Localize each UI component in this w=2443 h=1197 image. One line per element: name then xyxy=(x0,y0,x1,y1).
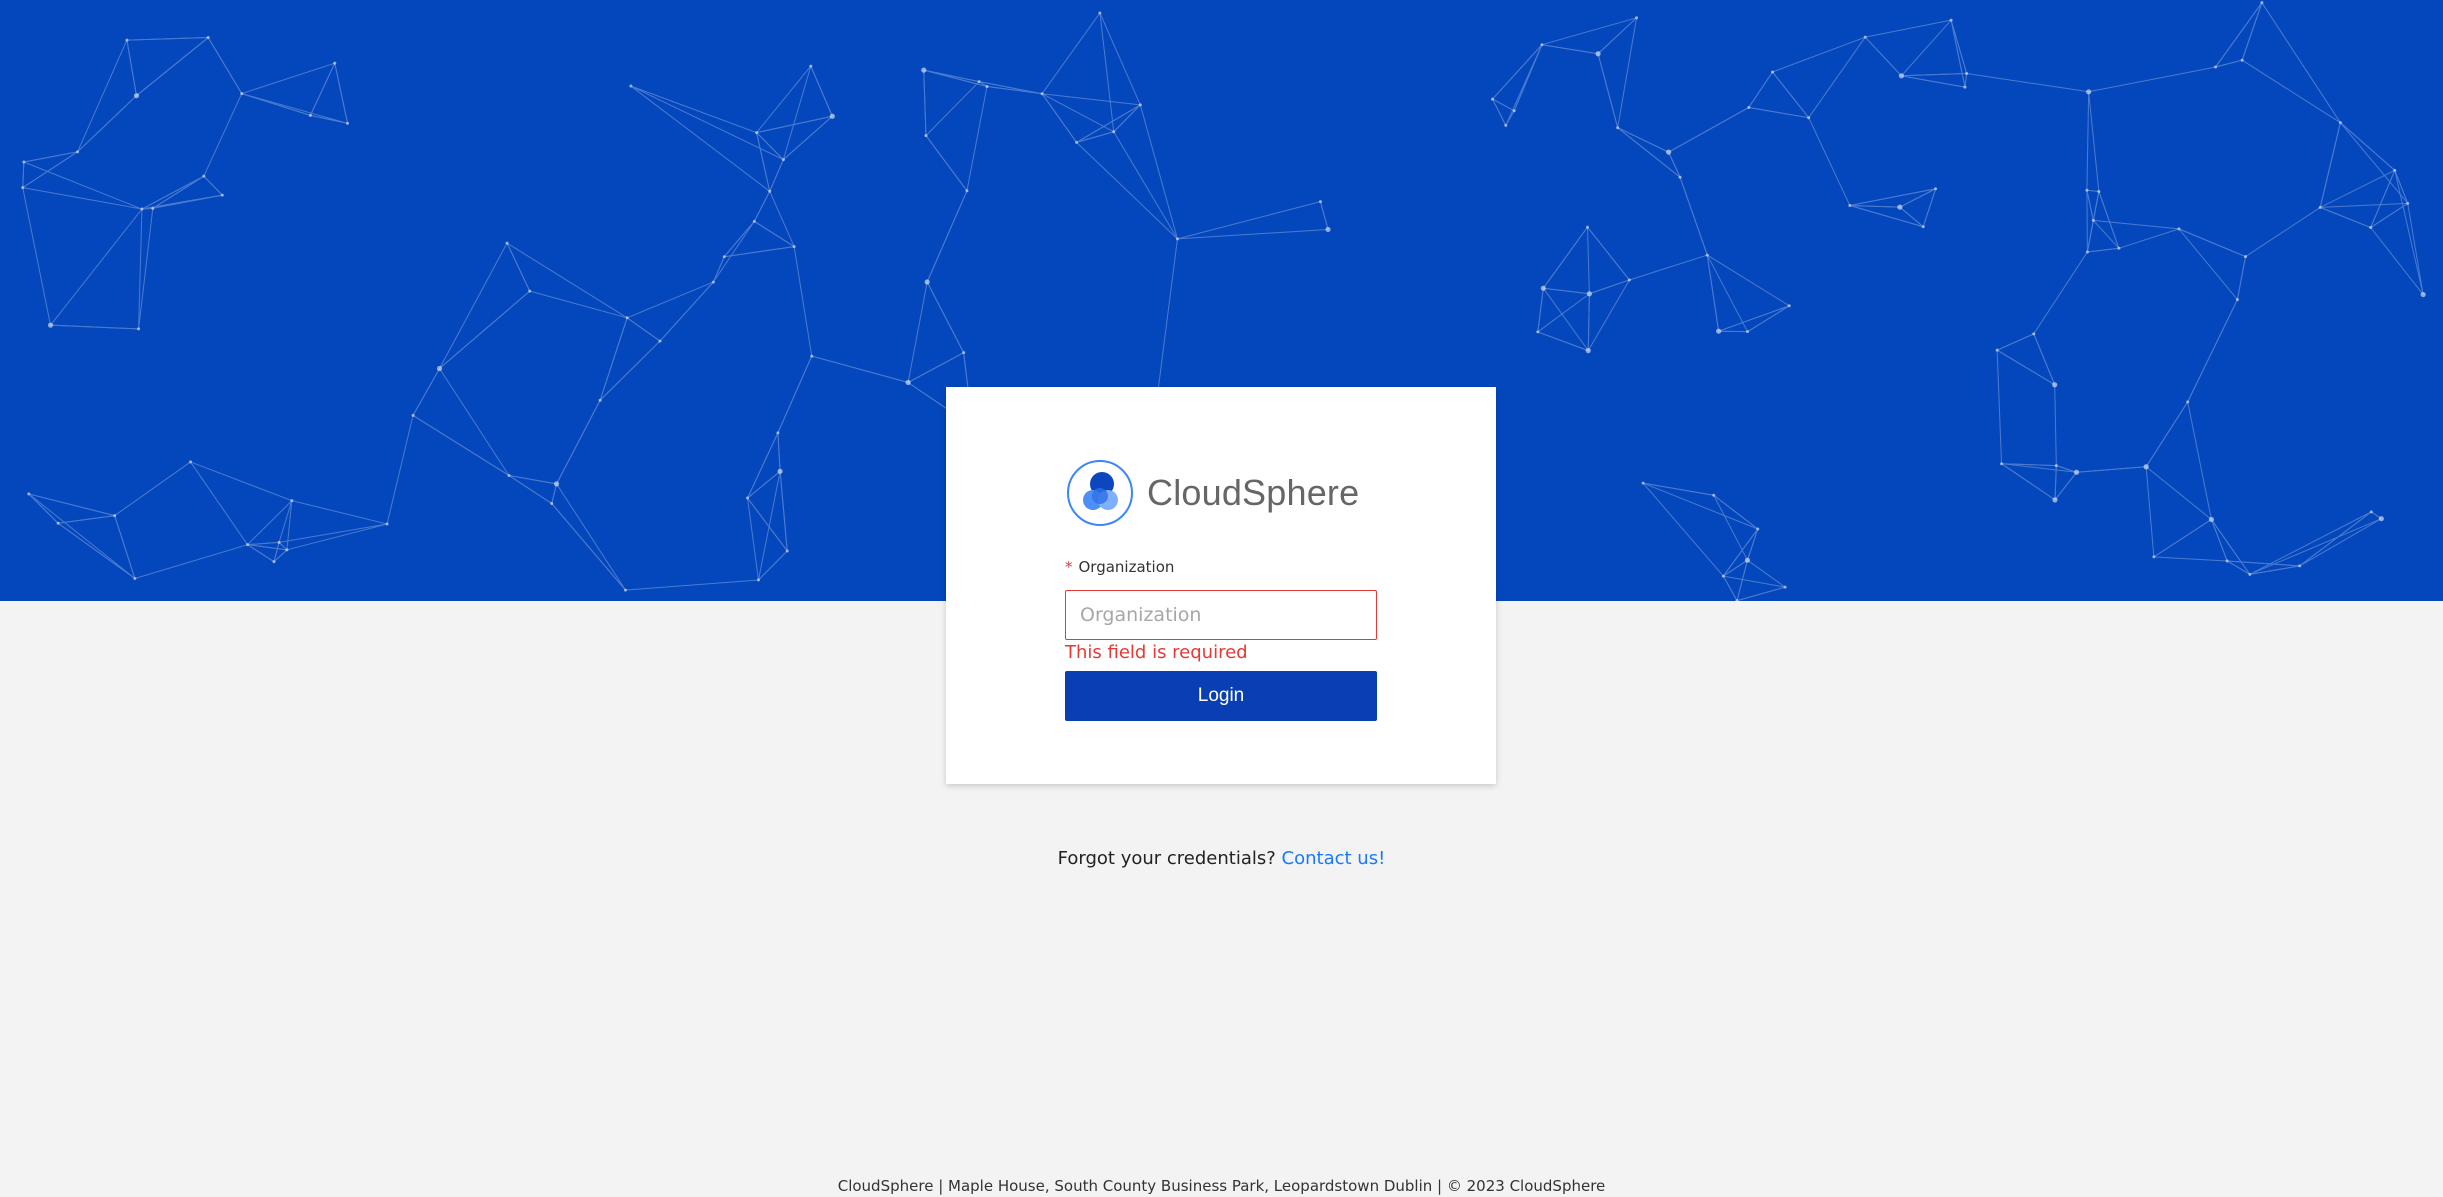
forgot-credentials: Forgot your credentials? Contact us! xyxy=(0,848,2443,869)
forgot-text: Forgot your credentials? xyxy=(1057,848,1276,869)
cloud-globe-icon xyxy=(1067,460,1133,526)
brand-logo: CloudSphere xyxy=(1065,458,1359,528)
organization-label: * Organization xyxy=(1065,558,1174,576)
organization-error: This field is required xyxy=(1065,642,1248,663)
page-footer: CloudSphere | Maple House, South County … xyxy=(837,1177,1606,1195)
brand-name: CloudSphere xyxy=(1147,472,1360,513)
organization-input[interactable] xyxy=(1065,590,1377,640)
login-button[interactable]: Login xyxy=(1065,671,1377,721)
contact-us-link[interactable]: Contact us! xyxy=(1282,848,1386,869)
organization-label-text: Organization xyxy=(1078,558,1175,576)
required-marker: * xyxy=(1065,558,1073,576)
login-card: CloudSphere * Organization This field is … xyxy=(946,387,1496,784)
